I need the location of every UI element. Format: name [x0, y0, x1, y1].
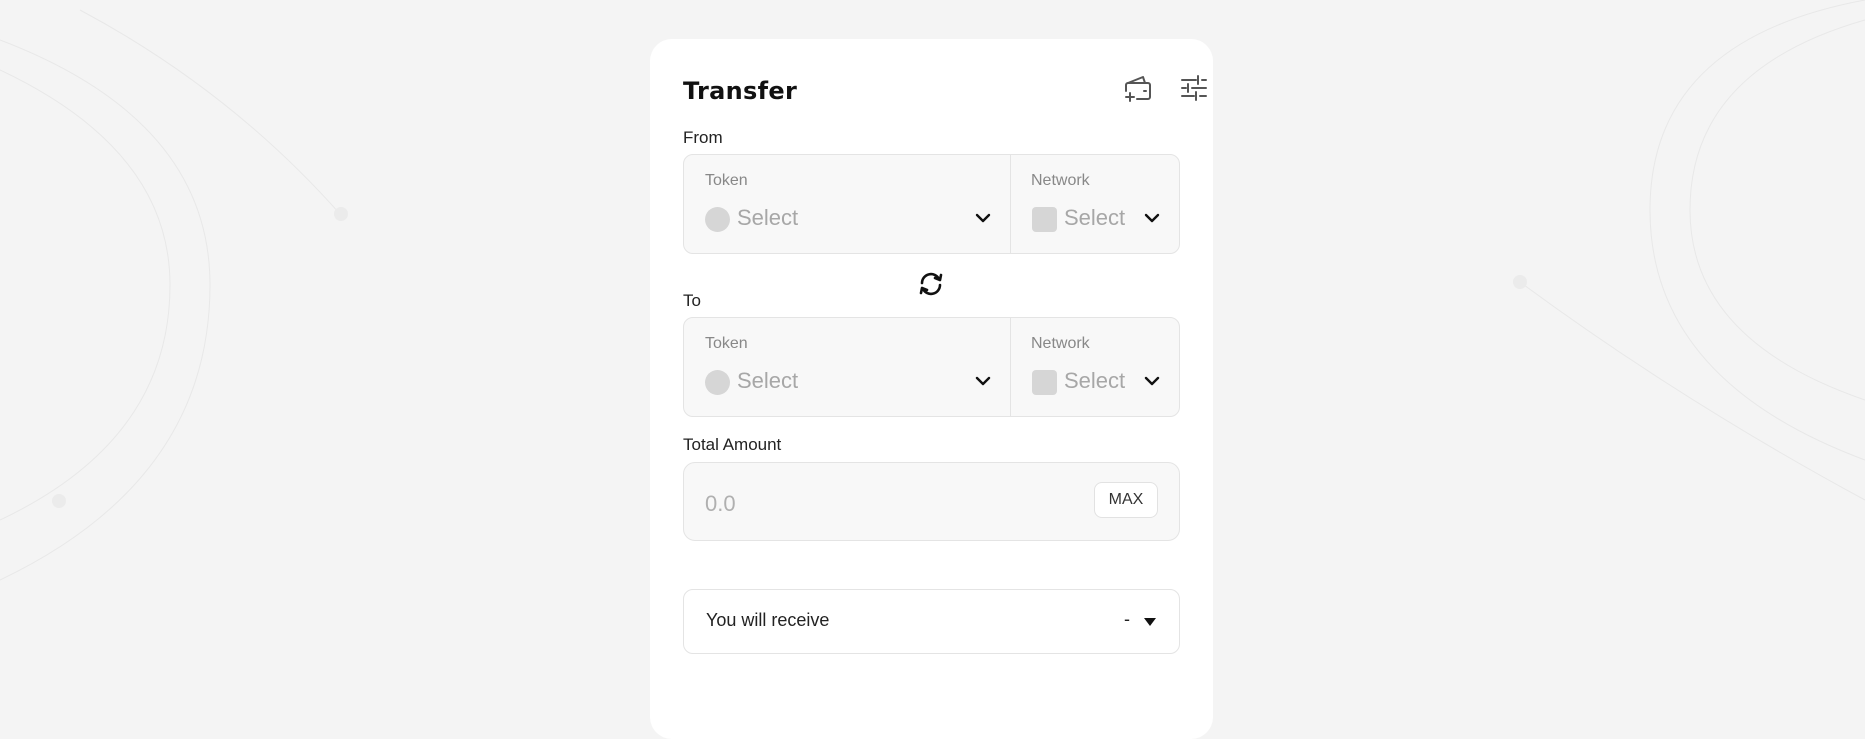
chevron-down-icon[interactable]	[1143, 211, 1161, 225]
network-placeholder-icon	[1032, 370, 1057, 395]
page-title: Transfer	[683, 77, 798, 105]
sliders-icon	[1181, 75, 1207, 101]
chevron-down-icon[interactable]	[1143, 374, 1161, 388]
from-label: From	[683, 128, 723, 147]
card-header: Transfer	[683, 71, 1207, 111]
divider	[1010, 155, 1011, 253]
to-token-select[interactable]: Select	[737, 368, 798, 394]
wallet-add-button[interactable]	[1121, 71, 1155, 105]
chevron-down-icon[interactable]	[974, 211, 992, 225]
transfer-card: Transfer From Token Select Network Selec…	[650, 39, 1213, 739]
token-placeholder-icon	[705, 207, 730, 232]
from-select-row: Token Select Network Select	[683, 154, 1180, 254]
network-placeholder-icon	[1032, 207, 1057, 232]
to-network-select[interactable]: Select	[1064, 368, 1125, 394]
to-network-label: Network	[1031, 335, 1090, 352]
swap-arrows-icon	[919, 272, 943, 296]
from-token-label: Token	[705, 172, 748, 189]
token-placeholder-icon	[705, 370, 730, 395]
divider	[1010, 318, 1011, 416]
amount-input[interactable]	[705, 489, 1085, 519]
from-token-select[interactable]: Select	[737, 205, 798, 231]
swap-button[interactable]	[914, 267, 948, 301]
max-button[interactable]: MAX	[1094, 482, 1158, 518]
wallet-add-icon	[1125, 76, 1151, 102]
receive-value: -	[1124, 609, 1130, 629]
chevron-down-icon[interactable]	[974, 374, 992, 388]
to-select-row: Token Select Network Select	[683, 317, 1180, 417]
from-network-label: Network	[1031, 172, 1090, 189]
total-amount-label: Total Amount	[683, 435, 782, 454]
caret-down-icon[interactable]	[1143, 617, 1157, 627]
receive-summary[interactable]: You will receive -	[683, 589, 1180, 654]
receive-label: You will receive	[706, 610, 830, 630]
settings-button[interactable]	[1177, 71, 1211, 105]
from-network-select[interactable]: Select	[1064, 205, 1125, 231]
amount-field: MAX	[683, 462, 1180, 541]
to-token-label: Token	[705, 335, 748, 352]
to-label: To	[683, 291, 701, 310]
